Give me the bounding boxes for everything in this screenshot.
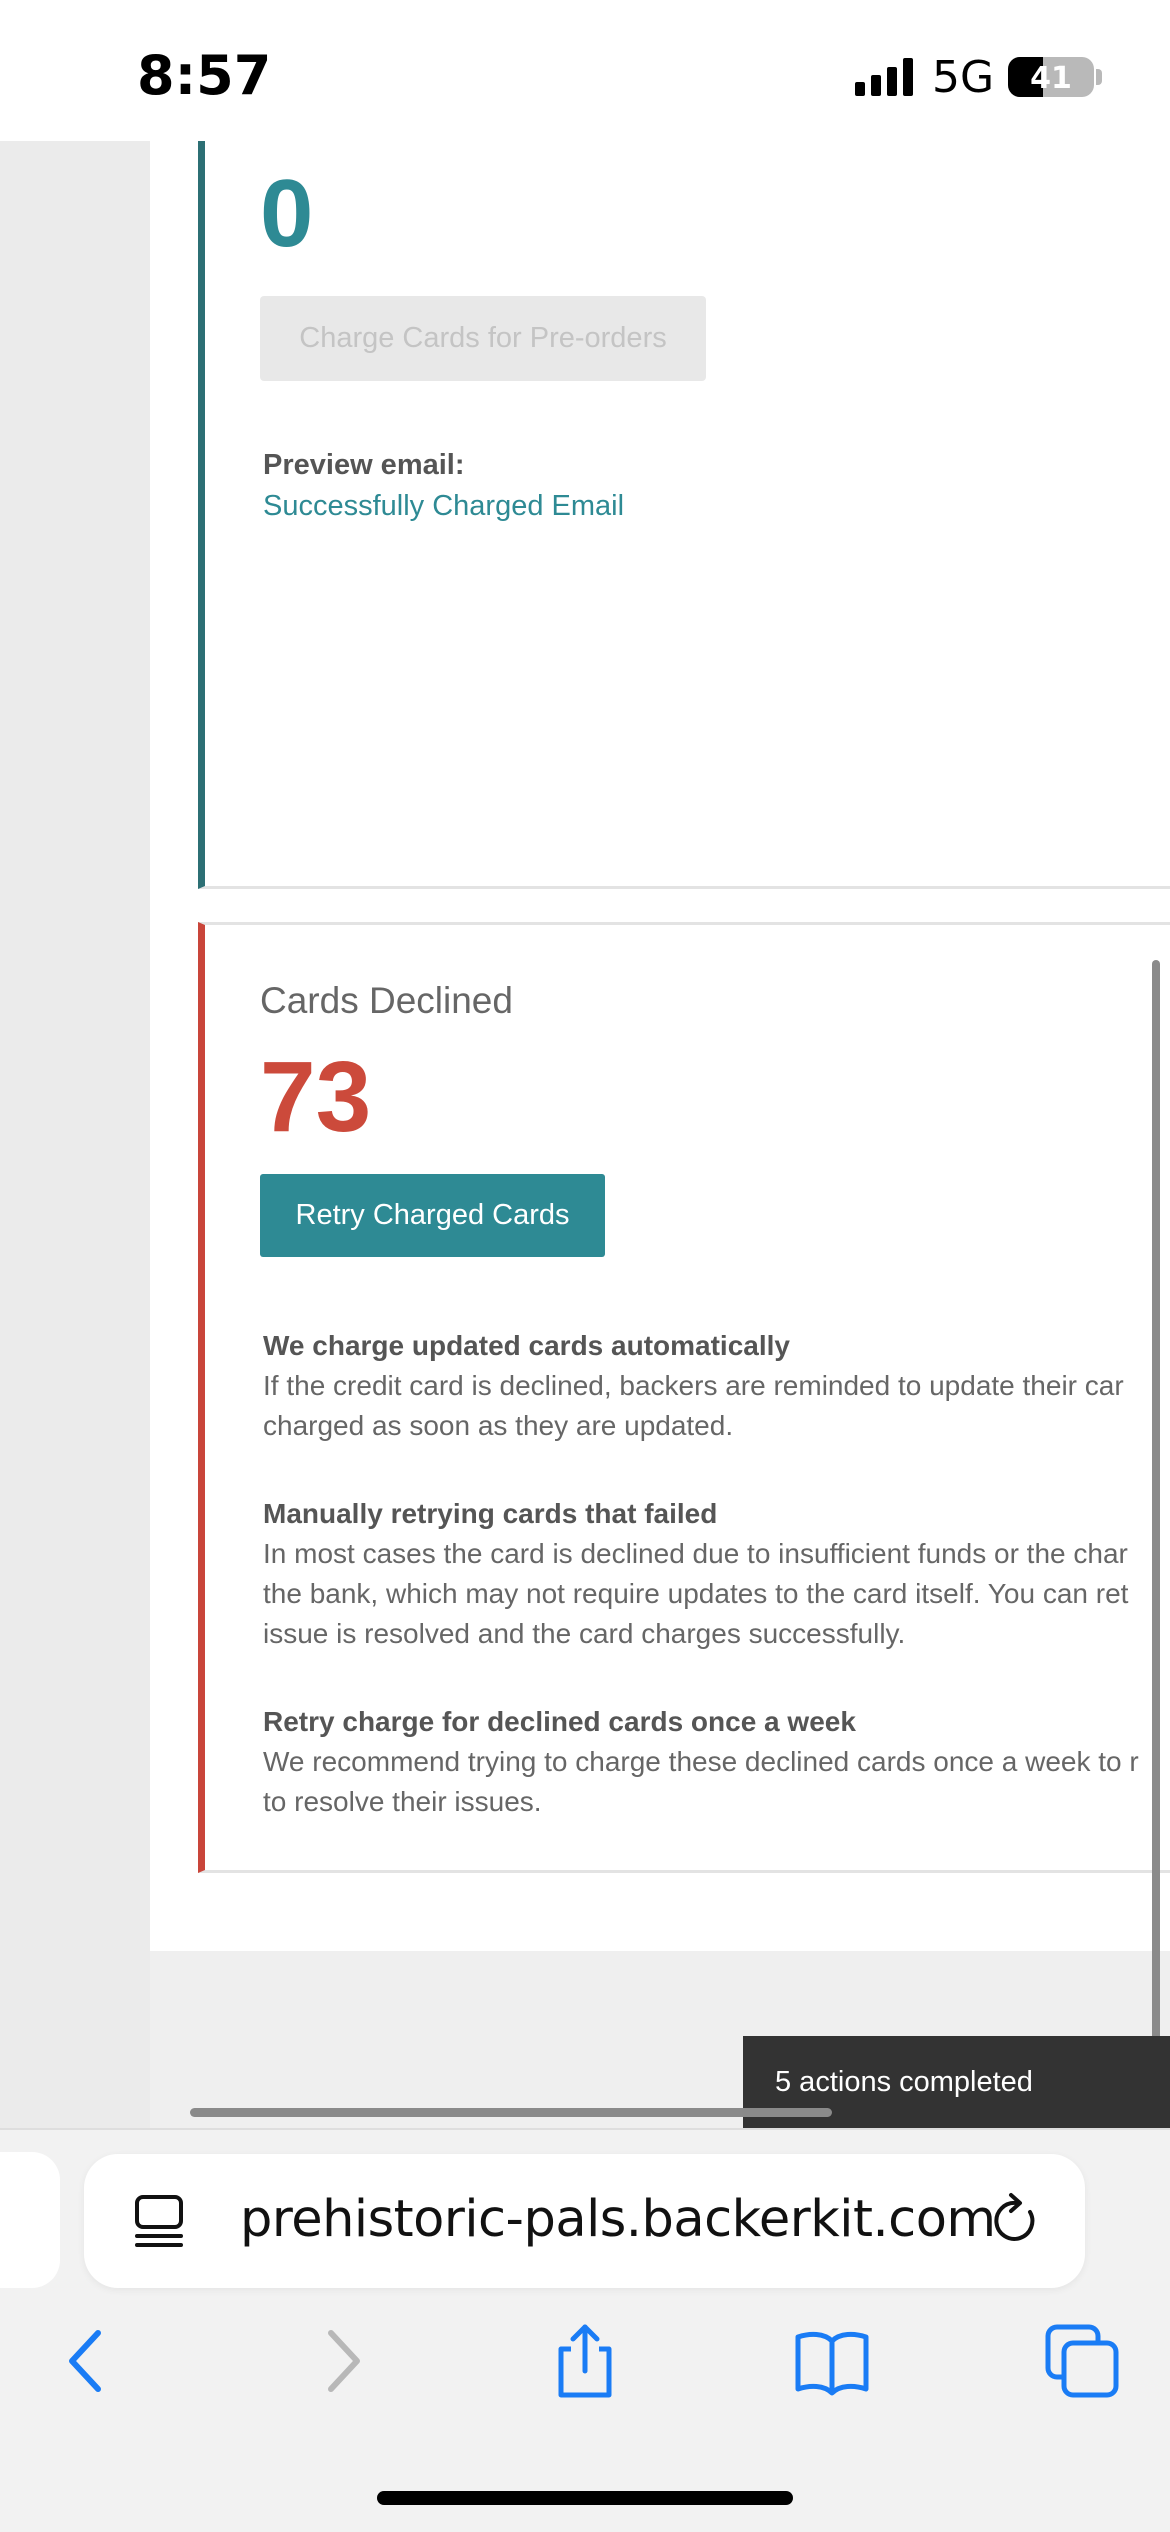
forward-icon[interactable] xyxy=(303,2323,379,2399)
info-line: In most cases the card is declined due t… xyxy=(263,1538,1128,1569)
info-line: charged as soon as they are updated. xyxy=(263,1410,734,1441)
successfully-charged-email-link[interactable]: Successfully Charged Email xyxy=(263,490,624,523)
previous-tab-preview[interactable] xyxy=(0,2152,60,2288)
info-line: If the credit card is declined, backers … xyxy=(263,1370,1124,1401)
info-block: Manually retrying cards that failed In m… xyxy=(263,1494,1170,1654)
battery-icon: 41 xyxy=(1008,57,1094,97)
declined-count: 73 xyxy=(260,1041,372,1153)
page-background xyxy=(0,141,150,2146)
share-icon[interactable] xyxy=(547,2323,623,2399)
battery-cap xyxy=(1096,69,1102,85)
info-heading: We charge updated cards automatically xyxy=(263,1330,790,1361)
info-line: the bank, which may not require updates … xyxy=(263,1578,1129,1609)
status-bar: 8:57 5G 41 xyxy=(0,0,1170,141)
info-block: We charge updated cards automatically If… xyxy=(263,1326,1170,1446)
tab-overview-icon[interactable] xyxy=(134,2194,184,2248)
charged-count: 0 xyxy=(260,160,314,267)
cards-declined-title: Cards Declined xyxy=(260,980,513,1021)
vertical-scrollbar[interactable] xyxy=(1152,960,1160,2110)
bookmarks-icon[interactable] xyxy=(794,2323,870,2399)
home-indicator[interactable] xyxy=(377,2491,793,2505)
battery-level: 41 xyxy=(1030,61,1072,96)
charge-preorders-button[interactable]: Charge Cards for Pre-orders xyxy=(260,296,706,381)
horizontal-scrollbar[interactable] xyxy=(190,2108,832,2117)
preview-email-label: Preview email: xyxy=(263,449,465,481)
url-text[interactable]: prehistoric-pals.backerkit.com xyxy=(240,2190,996,2249)
status-time: 8:57 xyxy=(137,44,272,107)
reload-icon[interactable] xyxy=(990,2190,1042,2248)
info-block: Retry charge for declined cards once a w… xyxy=(263,1702,1170,1822)
charged-cards-card: 0 Charge Cards for Pre-orders Preview em… xyxy=(198,141,1170,889)
info-heading: Manually retrying cards that failed xyxy=(263,1498,718,1529)
info-line: issue is resolved and the card charges s… xyxy=(263,1618,906,1649)
retry-charged-cards-button[interactable]: Retry Charged Cards xyxy=(260,1174,605,1257)
cellular-signal-icon xyxy=(855,58,913,96)
network-type: 5G xyxy=(932,52,995,103)
info-line: We recommend trying to charge these decl… xyxy=(263,1746,1139,1777)
declined-cards-card: Cards Declined 73 Retry Charged Cards We… xyxy=(198,922,1170,1873)
tabs-icon[interactable] xyxy=(1044,2323,1120,2399)
info-line: to resolve their issues. xyxy=(263,1786,542,1817)
back-icon[interactable] xyxy=(50,2323,126,2399)
info-heading: Retry charge for declined cards once a w… xyxy=(263,1706,856,1737)
